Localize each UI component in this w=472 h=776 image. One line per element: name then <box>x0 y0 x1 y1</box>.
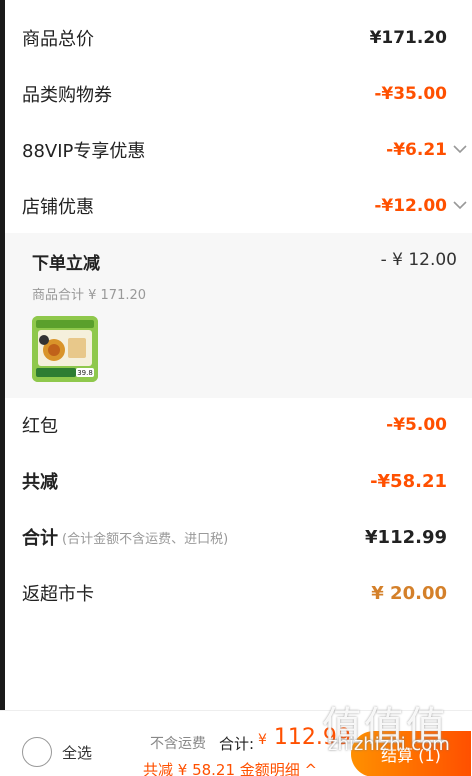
bar-total-value: ¥ 112.99 <box>258 725 351 750</box>
order-reduce-amount: - ¥ 12.00 <box>380 250 457 270</box>
shipping-excluded-note: 不含运费 <box>150 736 206 752</box>
sum-label: 合计 <box>22 528 58 549</box>
rebate-card-row: 返超市卡 ¥ 20.00 <box>22 578 472 608</box>
rebate-card-value: ¥ 20.00 <box>371 582 447 604</box>
category-coupon-label: 品类购物券 <box>22 85 112 106</box>
store-discount-label: 店铺优惠 <box>22 197 94 218</box>
checkout-bar: 全选 不含运费 合计: ¥ 112.99 共减 ¥ 58.21 金额明细 ^ 结… <box>0 710 472 776</box>
total-reduction-label: 共减 <box>22 472 58 493</box>
goods-total-row: 商品总价 ¥171.20 <box>22 23 472 53</box>
category-coupon-value: -¥35.00 <box>374 84 447 104</box>
currency-symbol: ¥ <box>258 732 267 748</box>
select-all-radio[interactable] <box>22 737 52 767</box>
store-discount-row[interactable]: 店铺优惠 -¥12.00 <box>22 191 472 221</box>
select-all-label[interactable]: 全选 <box>62 742 92 763</box>
bar-total-amount: 112.99 <box>273 725 351 750</box>
total-reduction-value: -¥58.21 <box>370 470 447 492</box>
amount-detail-toggle[interactable]: 共减 ¥ 58.21 金额明细 ^ <box>143 759 317 776</box>
red-packet-value: -¥5.00 <box>386 415 447 435</box>
product-image: 39.8 <box>32 316 98 382</box>
chevron-down-icon[interactable] <box>452 141 468 157</box>
order-reduce-title: 下单立减 <box>32 254 100 274</box>
goods-total-label: 商品总价 <box>22 29 94 50</box>
category-coupon-row: 品类购物券 -¥35.00 <box>22 79 472 109</box>
vip-discount-row[interactable]: 88VIP专享优惠 -¥6.21 <box>22 135 472 165</box>
checkout-button[interactable]: 结算 (1) <box>351 731 471 776</box>
store-discount-detail-panel: 下单立减 - ¥ 12.00 商品合计 ¥ 171.20 39.8 <box>5 233 472 398</box>
vip-discount-label: 88VIP专享优惠 <box>22 141 146 162</box>
sum-note: (合计金额不含运费、进口税) <box>62 531 229 547</box>
bar-total-label: 合计: <box>219 735 255 753</box>
chevron-down-icon[interactable] <box>452 197 468 213</box>
total-reduction-row: 共减 -¥58.21 <box>22 466 472 496</box>
store-discount-value: -¥12.00 <box>374 196 447 216</box>
sum-value: ¥112.99 <box>365 526 447 548</box>
product-thumbnail[interactable]: 39.8 <box>32 316 98 382</box>
goods-total-value: ¥171.20 <box>369 28 447 48</box>
svg-text:39.8: 39.8 <box>77 369 93 377</box>
rebate-card-label: 返超市卡 <box>22 584 94 605</box>
vip-discount-value: -¥6.21 <box>386 140 447 160</box>
red-packet-label: 红包 <box>22 416 58 437</box>
red-packet-row: 红包 -¥5.00 <box>22 410 472 440</box>
sum-row: 合计 (合计金额不含运费、进口税) ¥112.99 <box>22 522 472 552</box>
goods-subtotal: 商品合计 ¥ 171.20 <box>32 288 147 303</box>
